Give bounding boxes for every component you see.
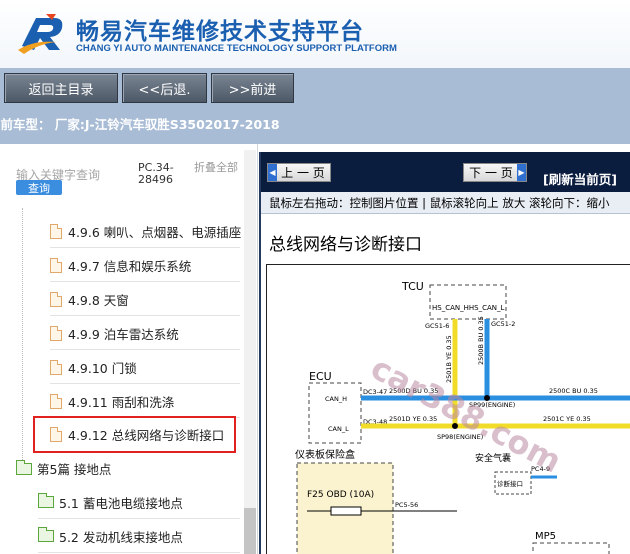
document-icon [50,325,62,341]
forward-button[interactable]: >>前进 [211,73,294,103]
brand-subtitle: CHANG YI AUTO MAINTENANCE TECHNOLOGY SUP… [76,43,397,54]
page-nav-bar: ◀ 上 一 页 下 一 页 ▶ [刷新当前页] [261,152,630,192]
tree-item-label: 4.9.10 门锁 [68,360,137,376]
tree-item-label: 5.2 发动机线束接地点 [59,529,183,545]
tree-item-label: 4.9.6 喇叭、点烟器、电源插座 [68,224,242,240]
arrow-right-icon: ▶ [517,164,526,181]
tree-item-label: 4.9.7 信息和娱乐系统 [68,258,192,274]
document-icon [50,223,62,239]
mp5-label: MP5 [535,531,556,542]
tree-item-label: 4.9.9 泊车雷达系统 [68,326,179,342]
can-h-label: CAN_H [325,395,347,403]
tree-folder[interactable]: 5.2 发动机线束接地点 [38,520,240,553]
home-button[interactable]: 返回主目录 [4,73,118,103]
tcu-label: TCU [401,280,424,293]
tcu-pins-label: HS_CAN_HHS_CAN_L [432,304,505,312]
tree-item[interactable]: 4.9.8 天窗 [50,283,240,316]
main-toolbar: 返回主目录 <<后退. >>前进 [0,68,630,108]
gc51-6-label: GC51-6 [425,322,449,330]
wire-2501b-label: 2501B YE 0.35 [445,335,453,383]
document-icon [50,291,62,307]
document-icon [50,359,62,375]
tree-item[interactable]: 4.9.10 门锁 [50,351,240,384]
pc5-56-label: PC5-56 [395,501,418,509]
diag-port-label: 诊断接口 [497,479,523,488]
viewer-tip: 鼠标左右拖动：控制图片位置 | 鼠标滚轮向上 放大 滚轮向下：缩小 [261,192,630,214]
current-model-bar: 当前车型： 厂家:J-江铃汽车驭胜S3502017-2018 [0,108,630,144]
app-header: 畅易汽车维修技术支持平台 CHANG YI AUTO MAINTENANCE T… [0,0,630,68]
tree-scrollbar[interactable] [244,150,256,554]
query-button[interactable]: 查询 [16,180,62,195]
tree-item-label: 第5篇 接地点 [37,462,112,477]
arrow-left-icon: ◀ [268,164,277,181]
back-button[interactable]: <<后退. [122,73,207,103]
tree-item[interactable]: 4.9.6 喇叭、点烟器、电源插座 [50,215,242,248]
tree-guide-line [22,208,23,468]
gc51-2-label: GC51-2 [491,320,515,328]
folder-open-icon [16,459,32,475]
ecu-label: ECU [309,370,332,383]
fuse-label: F25 OBD (10A) [307,490,374,500]
wire-2500b-label: 2500B BU 0.35 [477,316,485,365]
tree-item[interactable]: 4.9.9 泊车雷达系统 [50,317,240,350]
folder-icon [38,527,54,542]
brand-logo-icon [18,14,63,54]
tree-item-label: 4.9.11 雨刮和洗涤 [68,394,175,410]
tree-item[interactable]: 4.9.11 雨刮和洗涤 [50,385,240,418]
current-model-text: 当前车型： 厂家:J-江铃汽车驭胜S3502017-2018 [0,117,280,132]
refresh-page-link[interactable]: [刷新当前页] [543,169,617,188]
document-icon [50,257,62,273]
pc-number: PC.34-28496 [138,161,174,186]
tree-item-label: 4.9.8 天窗 [68,292,129,308]
document-viewer: ◀ 上 一 页 下 一 页 ▶ [刷新当前页] 鼠标左右拖动：控制图片位置 | … [259,152,630,554]
prev-page-button[interactable]: ◀ 上 一 页 [267,163,331,182]
brand-title: 畅易汽车维修技术支持平台 [76,19,364,45]
tree-item-label: 5.1 蓄电池电缆接地点 [59,495,183,511]
tree-folder[interactable]: 第5篇 接地点 [16,452,236,485]
wire-2501c-label: 2501C YE 0.35 [543,415,591,423]
selection-highlight [33,416,236,453]
can-l-label: CAN_L [328,425,349,433]
tree-scrollbar-thumb[interactable] [244,508,256,554]
wire-2500c-label: 2500C BU 0.35 [549,387,598,395]
wiring-diagram[interactable]: TCU HS_CAN_HHS_CAN_L GC51-6 GC51-2 2501B… [266,264,630,554]
document-title: 总线网络与诊断接口 [269,235,422,255]
document-icon [50,393,62,409]
folder-icon [38,493,54,508]
tree-folder[interactable]: 5.1 蓄电池电缆接地点 [38,486,240,519]
fusebox-label: 仪表板保险盒 [295,448,355,461]
next-page-button[interactable]: 下 一 页 ▶ [463,163,527,182]
collapse-all-button[interactable]: 折叠全部 [194,162,238,174]
tree-item[interactable]: 4.9.7 信息和娱乐系统 [50,249,240,282]
